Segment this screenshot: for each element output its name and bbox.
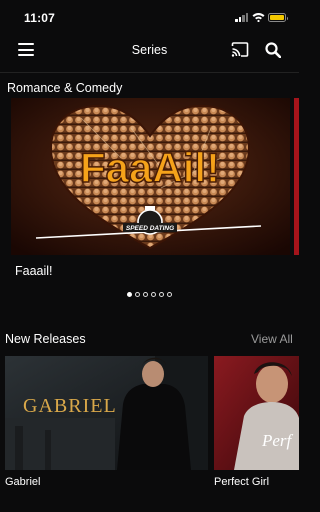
view-all-link[interactable]: View All — [251, 332, 293, 346]
wifi-icon — [252, 13, 265, 22]
section-title-new-releases: New Releases — [5, 332, 86, 346]
featured-show-card[interactable]: FaaAil! SPEED DATING — [11, 98, 290, 255]
perfect-girl-artwork: Perf — [214, 356, 299, 470]
featured-artwork-title: FaaAil! — [80, 144, 220, 191]
gabriel-artwork: GABRIEL — [5, 356, 208, 470]
show-label-gabriel[interactable]: Gabriel — [5, 476, 40, 488]
cast-icon[interactable] — [231, 42, 249, 57]
show-card-gabriel[interactable]: GABRIEL — [5, 356, 208, 470]
app-bar: Series — [0, 36, 299, 66]
featured-show-artwork: FaaAil! SPEED DATING — [11, 98, 290, 255]
carousel-indicator — [127, 292, 172, 298]
next-show-card-peek[interactable] — [294, 98, 299, 255]
show-card-perfect-girl[interactable]: Perf — [214, 356, 299, 470]
status-bar: 11:07 — [0, 0, 299, 36]
page-title: Series — [131, 43, 168, 57]
speed-dating-badge: SPEED DATING — [126, 225, 174, 232]
status-time: 11:07 — [24, 11, 56, 25]
gabriel-artwork-title: GABRIEL — [23, 395, 117, 417]
carousel-dot[interactable] — [159, 292, 164, 297]
carousel-dot[interactable] — [127, 292, 132, 297]
carousel-dot[interactable] — [143, 292, 148, 297]
perfect-girl-artwork-title: Perf — [261, 431, 294, 450]
carousel-dot[interactable] — [135, 292, 140, 297]
battery-icon — [268, 13, 288, 22]
signal-icon — [235, 13, 249, 22]
search-icon[interactable] — [265, 42, 281, 58]
carousel-dot[interactable] — [167, 292, 172, 297]
carousel-dot[interactable] — [151, 292, 156, 297]
section-title-romance-comedy: Romance & Comedy — [7, 81, 123, 95]
show-label-perfect-girl[interactable]: Perfect Girl — [214, 476, 269, 488]
header-divider — [0, 72, 299, 73]
featured-show-caption[interactable]: Faaail! — [15, 264, 53, 278]
